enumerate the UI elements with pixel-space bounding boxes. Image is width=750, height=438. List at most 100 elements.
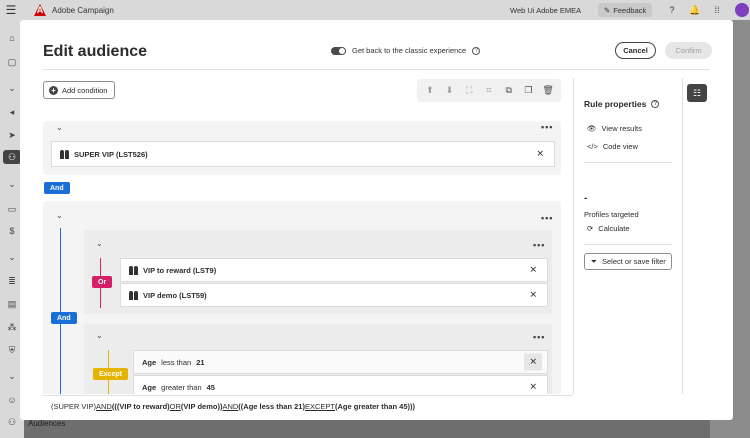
send-icon[interactable]: ➤ (6, 129, 18, 141)
audience-icon (129, 290, 138, 300)
audiences-nav-icon[interactable]: ⚇ (6, 416, 18, 428)
copy-icon[interactable]: ❐ (521, 84, 535, 98)
delete-icon[interactable]: 🗑 (541, 84, 555, 98)
condition-label: SUPER VIP (LST526) (74, 149, 148, 159)
condition-age-greater-than[interactable]: Age greater than 45 ✕ (133, 375, 548, 394)
more-options-icon[interactable]: ••• (541, 122, 553, 132)
remove-condition-icon[interactable]: ✕ (529, 382, 537, 393)
confirm-button[interactable]: Confirm (665, 42, 712, 59)
chevron-down-icon[interactable]: ⌄ (96, 331, 103, 340)
view-results-label: View results (601, 124, 642, 133)
chevron-down-icon[interactable]: ⌄ (56, 211, 63, 220)
condition-age-less-than[interactable]: Age less than 21 ✕ (133, 350, 548, 374)
calculate-link[interactable]: ⟳ Calculate (587, 224, 630, 233)
audiences-icon[interactable]: ⚇ (3, 150, 21, 164)
chevron-down-icon[interactable]: ⌄ (6, 82, 18, 94)
expression-operator: AND (222, 402, 239, 411)
avatar[interactable] (735, 3, 749, 17)
org-name[interactable]: Web Ui Adobe EMEA (510, 6, 581, 15)
info-icon[interactable]: ? (651, 100, 660, 108)
operator-or-badge[interactable]: Or (92, 276, 113, 288)
chevron-down-icon[interactable]: ⌄ (96, 239, 103, 248)
more-options-icon[interactable]: ••• (541, 213, 553, 223)
cancel-button[interactable]: Cancel (615, 42, 656, 59)
remove-condition-icon[interactable]: ✕ (536, 149, 544, 160)
chevron-down-icon[interactable]: ⌄ (6, 370, 18, 382)
divider (584, 244, 672, 245)
remove-condition-icon[interactable]: ✕ (529, 290, 537, 301)
chevron-down-icon[interactable]: ⌄ (6, 178, 18, 190)
expression-part: ((Age less than 21) (238, 402, 305, 411)
add-condition-button[interactable]: + Add condition (43, 81, 115, 99)
explorer-icon[interactable]: ▢ (6, 56, 18, 68)
chat-icon[interactable]: ▭ (6, 203, 18, 215)
settings-sliders-icon[interactable]: ☷ (687, 84, 707, 102)
workflow-icon[interactable]: ⁂ (6, 321, 18, 333)
offers-icon[interactable]: $ (6, 225, 18, 237)
condition-vip-reward[interactable]: VIP to reward (LST9) ✕ (120, 258, 548, 282)
apps-grid-icon[interactable]: ⁞⁞ (711, 4, 723, 16)
divider (584, 162, 672, 163)
expression-part: (VIP demo)) (180, 402, 223, 411)
condition-attribute: Age (142, 357, 157, 367)
chevron-down-icon[interactable]: ⌄ (56, 123, 63, 132)
audience-icon (60, 149, 69, 159)
condition-operator: less than (161, 357, 192, 367)
more-options-icon[interactable]: ••• (533, 332, 545, 342)
move-down-icon[interactable]: ⬇ (443, 84, 457, 98)
rule-properties-title: Rule properties ? (584, 99, 660, 109)
duplicate-icon[interactable]: ⧉ (502, 84, 516, 98)
refresh-icon: ⟳ (587, 224, 594, 233)
plus-icon: + (49, 85, 58, 95)
modal-title: Edit audience (43, 43, 148, 60)
operator-and-badge[interactable]: And (44, 182, 70, 194)
condition-label: VIP demo (LST59) (143, 290, 207, 300)
condition-vip-demo[interactable]: VIP demo (LST59) ✕ (120, 283, 548, 307)
feedback-button[interactable]: ✎ Feedback (598, 3, 653, 17)
content-icon[interactable]: ▤ (6, 298, 18, 310)
info-icon[interactable]: ? (472, 46, 481, 55)
condition-label: VIP to reward (LST9) (143, 265, 217, 275)
code-icon: </> (587, 142, 598, 151)
operator-and-badge[interactable]: And (51, 312, 77, 324)
remove-condition-icon[interactable]: ✕ (524, 353, 542, 371)
help-icon[interactable]: ? (666, 4, 678, 16)
home-icon[interactable]: ⌂ (6, 32, 18, 44)
ungroup-icon[interactable]: ⌗ (482, 84, 496, 98)
audience-icon (129, 265, 138, 275)
app-name: Adobe Campaign (52, 5, 114, 15)
expression-operator: EXCEPT (304, 402, 335, 411)
rule-expression-summary: (SUPER VIP) AND (((VIP to reward) OR (VI… (43, 395, 573, 417)
expression-operator: OR (169, 402, 181, 411)
classic-experience-label: Get back to the classic experience (352, 46, 467, 55)
campaign-icon[interactable]: ◂ (6, 106, 18, 118)
filter-label: Select or save filter (602, 257, 666, 266)
condition-operator: greater than (161, 382, 202, 392)
chevron-down-icon[interactable]: ⌄ (6, 251, 18, 263)
nav-audiences-label[interactable]: Audiences (28, 419, 65, 428)
feedback-label: Feedback (613, 5, 647, 15)
classic-experience-toggle[interactable] (331, 46, 346, 55)
move-up-icon[interactable]: ⬆ (423, 84, 437, 98)
expression-part: (SUPER VIP) (51, 402, 97, 411)
user-icon[interactable]: ☺ (6, 394, 18, 406)
condition-super-vip[interactable]: SUPER VIP (LST526) ✕ (51, 141, 555, 167)
classic-experience-toggle-group: Get back to the classic experience ? (331, 46, 481, 55)
code-view-label: Code view (602, 142, 638, 151)
notification-bell-icon[interactable]: 🔔 (689, 4, 701, 16)
remove-condition-icon[interactable]: ✕ (529, 265, 537, 276)
expression-operator: AND (96, 402, 112, 411)
view-results-link[interactable]: 👁 View results (587, 124, 642, 133)
group-icon[interactable]: ⛶ (462, 84, 476, 98)
more-options-icon[interactable]: ••• (533, 240, 545, 250)
code-view-link[interactable]: </> Code view (587, 142, 638, 151)
security-icon[interactable]: ⛨ (6, 344, 18, 356)
hamburger-menu-icon[interactable]: ☰ (0, 3, 22, 17)
reports-icon[interactable]: ≣ (6, 275, 18, 287)
feedback-icon: ✎ (604, 5, 611, 15)
select-or-save-filter-button[interactable]: ⏷ Select or save filter (584, 253, 672, 270)
and-connector-line (60, 228, 61, 394)
edit-audience-modal: Edit audience Get back to the classic ex… (20, 20, 733, 420)
eye-icon: 👁 (587, 124, 597, 133)
operator-except-badge[interactable]: Except (93, 368, 128, 380)
